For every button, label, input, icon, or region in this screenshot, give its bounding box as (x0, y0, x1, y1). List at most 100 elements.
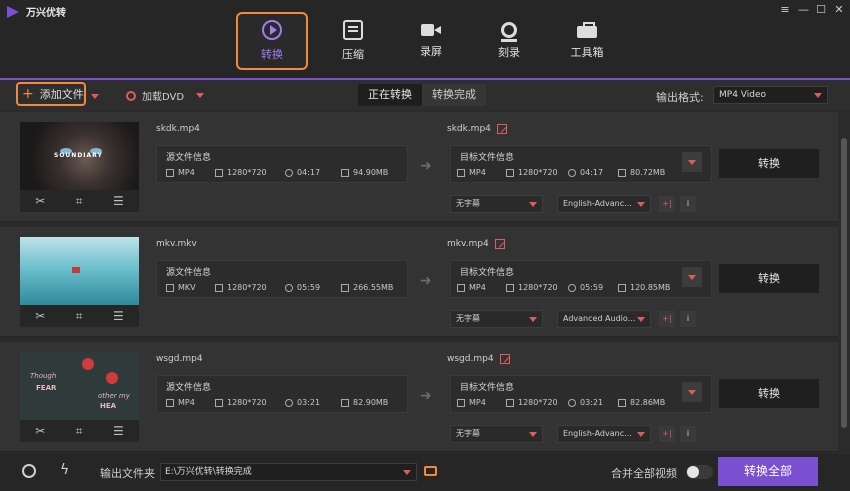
audio-track-value: English-Advanc... (563, 429, 632, 438)
target-format-dropdown[interactable] (682, 267, 702, 287)
add-audio-button[interactable]: +| (659, 311, 675, 327)
subtitle-select[interactable]: 无字幕 (450, 195, 543, 213)
source-info-title: 源文件信息 (166, 268, 212, 278)
edit-icon[interactable] (496, 124, 507, 134)
crop-icon[interactable]: ⌗ (76, 424, 83, 439)
tab-compress[interactable]: 压缩 (314, 12, 392, 70)
folder-icon (618, 168, 626, 177)
main-nav: 转换 压缩 录屏 刻录 工具箱 (236, 12, 626, 70)
target-format-dropdown[interactable] (682, 152, 702, 172)
convert-button[interactable]: 转换 (719, 264, 819, 293)
film-icon (457, 168, 465, 177)
add-file-button[interactable]: + 添加文件 (16, 82, 86, 106)
convert-button[interactable]: 转换 (719, 379, 819, 408)
speed-icon[interactable]: ϟ (60, 462, 69, 478)
edit-icon[interactable] (499, 354, 510, 364)
crop-icon[interactable]: ⌗ (76, 194, 83, 209)
audio-track-select[interactable]: Advanced Audio... (557, 310, 651, 328)
thumbnail-tools: ✂ ⌗ ☰ (20, 190, 139, 212)
duration-info: 04:17 (568, 168, 603, 177)
thumbnail-detail (106, 372, 118, 384)
info-button[interactable]: i (680, 196, 696, 212)
duration-info: 04:17 (285, 168, 320, 177)
convert-icon (262, 20, 282, 40)
tab-converted[interactable]: 转换完成 (422, 84, 486, 106)
merge-all-toggle[interactable] (686, 465, 713, 479)
format-value: MP4 (469, 398, 486, 407)
resolution-value: 1280*720 (227, 168, 267, 177)
audio-track-select[interactable]: English-Advanc... (557, 425, 651, 443)
subtitle-select[interactable]: 无字幕 (450, 310, 543, 328)
format-value: MKV (178, 283, 196, 292)
tab-record[interactable]: 录屏 (392, 12, 470, 70)
cut-icon[interactable]: ✂ (35, 309, 45, 323)
logo-icon (6, 5, 20, 19)
load-dvd-button[interactable]: 加载DVD (126, 88, 205, 103)
convert-button[interactable]: 转换 (719, 149, 819, 178)
status-segment: 正在转换 转换完成 (358, 84, 486, 106)
info-button[interactable]: i (680, 426, 696, 442)
tab-burn[interactable]: 刻录 (470, 12, 548, 70)
thumbnail-tools: ✂ ⌗ ☰ (20, 420, 139, 442)
thumbnail-caption: SOUNDIARY (54, 152, 103, 159)
add-audio-button[interactable]: +| (659, 426, 675, 442)
effects-icon[interactable]: ☰ (113, 309, 124, 323)
toolbar: + 添加文件 加载DVD 正在转换 转换完成 输出格式: MP4 Video (0, 80, 850, 110)
convert-all-button[interactable]: 转换全部 (718, 457, 818, 486)
minimize-button[interactable]: — (798, 3, 809, 16)
format-info: MP4 (166, 168, 195, 177)
target-info-title: 目标文件信息 (460, 383, 515, 393)
window-controls: ≡ — ☐ ✕ (780, 3, 844, 16)
effects-icon[interactable]: ☰ (113, 424, 124, 438)
target-filename-wrap: mkv.mp4 (447, 239, 505, 249)
subtitle-select[interactable]: 无字幕 (450, 425, 543, 443)
file-row: Though FEAR other my HEA ✂ ⌗ ☰ wsgd.mp4 … (0, 342, 838, 452)
cut-icon[interactable]: ✂ (35, 424, 45, 438)
subtitle-value: 无字幕 (456, 199, 480, 208)
cut-icon[interactable]: ✂ (35, 194, 45, 208)
size-value: 120.85MB (630, 283, 671, 292)
size-info: 82.90MB (341, 398, 388, 407)
crop-icon[interactable]: ⌗ (76, 309, 83, 324)
close-button[interactable]: ✕ (834, 3, 844, 16)
app-logo: 万兴优转 (6, 4, 66, 19)
info-button[interactable]: i (680, 311, 696, 327)
folder-icon (341, 398, 349, 407)
output-format-label: 输出格式: (656, 91, 704, 104)
schedule-icon[interactable] (22, 464, 36, 478)
tab-toolbox[interactable]: 工具箱 (548, 12, 626, 70)
output-folder-select[interactable]: E:\万兴优转\转换完成 (160, 463, 417, 481)
target-info: 目标文件信息 MP4 1280*720 04:17 80.72MB (450, 145, 712, 183)
film-icon (457, 398, 465, 407)
chevron-down-icon (529, 432, 537, 437)
video-thumbnail[interactable]: Though FEAR other my HEA (20, 352, 139, 420)
thumbnail-caption: HEA (100, 402, 117, 410)
chevron-down-icon (403, 470, 411, 475)
file-row: ✂ ⌗ ☰ mkv.mkv 源文件信息 MKV 1280*720 05:59 2… (0, 227, 838, 337)
folder-icon (341, 283, 349, 292)
tab-converting[interactable]: 正在转换 (358, 84, 422, 106)
resolution-icon (215, 283, 223, 292)
target-format-dropdown[interactable] (682, 382, 702, 402)
tab-convert[interactable]: 转换 (236, 12, 308, 70)
add-audio-button[interactable]: +| (659, 196, 675, 212)
source-info-title: 源文件信息 (166, 383, 212, 393)
scrollbar[interactable] (840, 112, 848, 452)
video-thumbnail[interactable] (20, 237, 139, 305)
add-file-dropdown[interactable] (91, 94, 99, 99)
size-info: 82.86MB (618, 398, 665, 407)
effects-icon[interactable]: ☰ (113, 194, 124, 208)
edit-icon[interactable] (494, 239, 505, 249)
thumbnail-detail (82, 358, 94, 370)
audio-track-select[interactable]: English-Advanc... (557, 195, 651, 213)
toggle-knob (687, 466, 699, 478)
chevron-down-icon (637, 432, 645, 437)
size-value: 82.90MB (353, 398, 389, 407)
output-format-select[interactable]: MP4 Video (713, 86, 828, 104)
open-folder-icon[interactable] (424, 466, 437, 476)
restore-button[interactable]: ☐ (816, 3, 826, 16)
video-thumbnail[interactable]: SOUNDIARY (20, 122, 139, 190)
menu-icon[interactable]: ≡ (780, 3, 790, 16)
folder-icon (618, 398, 626, 407)
scrollbar-thumb[interactable] (841, 138, 847, 428)
